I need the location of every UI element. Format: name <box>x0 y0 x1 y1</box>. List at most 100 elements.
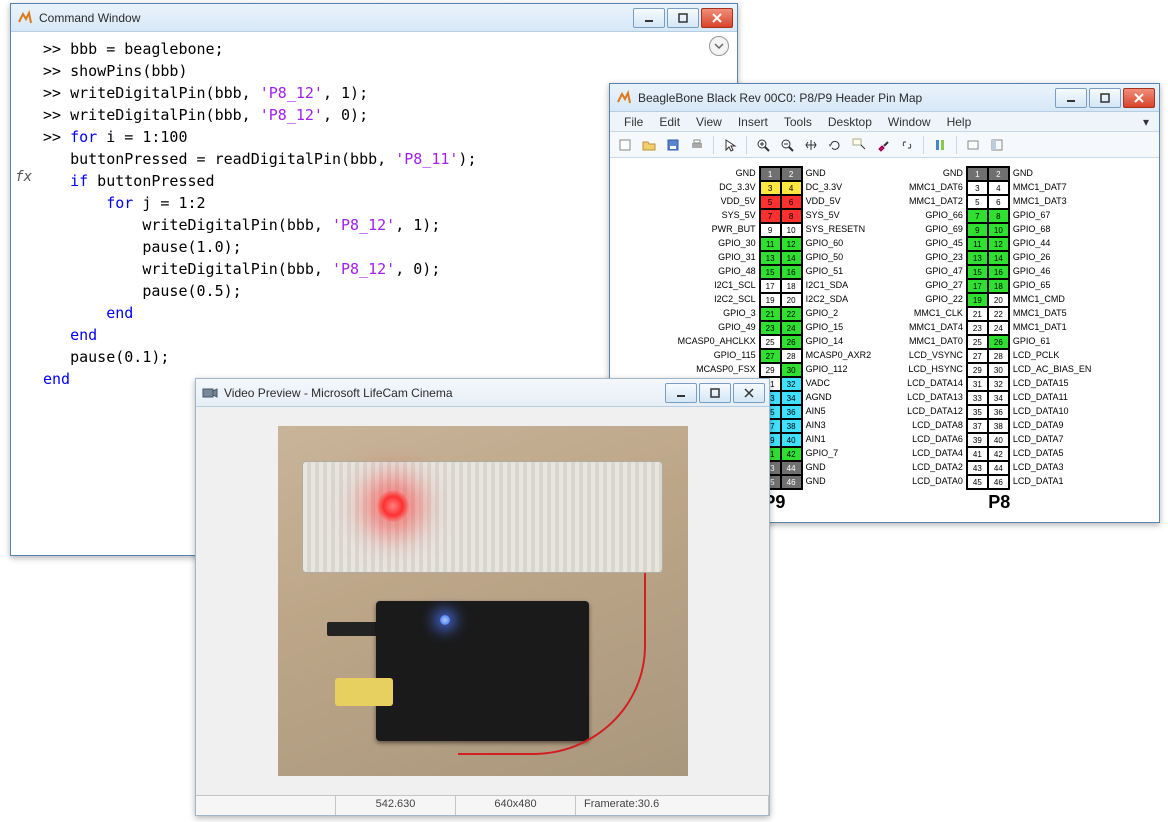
pin-cell: 11 <box>760 237 781 251</box>
pin-cell: 41 <box>967 447 988 461</box>
scroll-dropdown-button[interactable] <box>709 36 729 56</box>
pin-label: LCD_AC_BIAS_EN <box>1010 362 1095 376</box>
pin-cell: 31 <box>967 377 988 391</box>
command-window-titlebar[interactable]: Command Window <box>11 4 737 32</box>
close-button[interactable] <box>1123 88 1155 108</box>
pinmap-titlebar[interactable]: BeagleBone Black Rev 00C0: P8/P9 Header … <box>610 84 1159 112</box>
pin-cell: 25 <box>967 335 988 349</box>
pin-cell: 14 <box>781 251 802 265</box>
pin-cell: 29 <box>760 363 781 377</box>
pin-cell: 13 <box>967 251 988 265</box>
pin-cell: 26 <box>781 335 802 349</box>
pin-label: LCD_DATA3 <box>1010 460 1095 474</box>
maximize-button[interactable] <box>699 383 731 403</box>
pin-label: AIN1 <box>803 432 875 446</box>
rotate-icon[interactable] <box>824 135 846 155</box>
pin-cell: 16 <box>781 265 802 279</box>
pin-label: VDD_5V <box>803 194 875 208</box>
ethernet-cable <box>335 678 393 706</box>
video-titlebar[interactable]: Video Preview - Microsoft LifeCam Cinema <box>196 379 769 407</box>
code-line: >> showPins(bbb) <box>43 60 727 82</box>
pin-cell: 5 <box>760 195 781 209</box>
video-statusbar: 542.630 640x480 Framerate:30.6 <box>196 795 769 815</box>
menu-desktop[interactable]: Desktop <box>820 113 880 131</box>
pin-label: GND <box>1010 166 1095 180</box>
zoom-in-icon[interactable] <box>752 135 774 155</box>
menu-window[interactable]: Window <box>880 113 939 131</box>
pin-cell: 8 <box>988 209 1009 223</box>
minimize-button[interactable] <box>665 383 697 403</box>
pin-cell: 21 <box>967 307 988 321</box>
pin-cell: 40 <box>781 433 802 447</box>
minimize-button[interactable] <box>633 8 665 28</box>
colorbar-icon[interactable] <box>929 135 951 155</box>
datacursor-icon[interactable] <box>848 135 870 155</box>
pin-label: LCD_DATA1 <box>1010 474 1095 488</box>
print-icon[interactable] <box>686 135 708 155</box>
pin-cell: 17 <box>760 279 781 293</box>
pin-label: GPIO_31 <box>675 250 759 264</box>
figure-icon <box>616 90 632 106</box>
menu-file[interactable]: File <box>616 113 651 131</box>
dock-icon[interactable] <box>986 135 1008 155</box>
maximize-button[interactable] <box>1089 88 1121 108</box>
status-blank <box>196 796 336 815</box>
link-icon[interactable] <box>896 135 918 155</box>
menu-overflow-icon[interactable]: ▾ <box>1139 115 1153 129</box>
header-p8: GNDMMC1_DAT6MMC1_DAT2GPIO_66GPIO_69GPIO_… <box>904 166 1094 518</box>
pin-cell: 5 <box>967 195 988 209</box>
pin-label: GPIO_47 <box>904 264 966 278</box>
pin-cell: 44 <box>781 461 802 475</box>
pin-cell: 7 <box>967 209 988 223</box>
brush-icon[interactable] <box>872 135 894 155</box>
red-led <box>376 489 410 523</box>
pin-cell: 23 <box>760 321 781 335</box>
pin-label: LCD_DATA10 <box>1010 404 1095 418</box>
close-button[interactable] <box>733 383 765 403</box>
pin-cell: 20 <box>988 293 1009 307</box>
menu-help[interactable]: Help <box>939 113 980 131</box>
pin-cell: 9 <box>967 223 988 237</box>
pin-label: SYS_RESETN <box>803 222 875 236</box>
pin-label: VADC <box>803 376 875 390</box>
pan-icon[interactable] <box>800 135 822 155</box>
command-window-title: Command Window <box>39 11 633 25</box>
pin-cell: 22 <box>781 307 802 321</box>
pin-label: MMC1_CMD <box>1010 292 1095 306</box>
close-button[interactable] <box>701 8 733 28</box>
pin-cell: 43 <box>967 461 988 475</box>
pin-label: LCD_HSYNC <box>904 362 966 376</box>
pointer-icon[interactable] <box>719 135 741 155</box>
menu-tools[interactable]: Tools <box>776 113 820 131</box>
pin-label: GPIO_66 <box>904 208 966 222</box>
menu-view[interactable]: View <box>688 113 730 131</box>
legend-icon[interactable] <box>962 135 984 155</box>
pin-label: LCD_DATA2 <box>904 460 966 474</box>
pin-label: PWR_BUT <box>675 222 759 236</box>
menu-edit[interactable]: Edit <box>651 113 688 131</box>
pin-cell: 33 <box>967 391 988 405</box>
pin-cell: 15 <box>967 265 988 279</box>
pin-label: SYS_5V <box>803 208 875 222</box>
pin-label: GPIO_7 <box>803 446 875 460</box>
minimize-button[interactable] <box>1055 88 1087 108</box>
pin-label: MMC1_DAT5 <box>1010 306 1095 320</box>
open-icon[interactable] <box>638 135 660 155</box>
camera-icon <box>202 385 218 401</box>
pin-cell: 26 <box>988 335 1009 349</box>
zoom-out-icon[interactable] <box>776 135 798 155</box>
menu-insert[interactable]: Insert <box>730 113 776 131</box>
new-figure-icon[interactable] <box>614 135 636 155</box>
pin-label: GPIO_51 <box>803 264 875 278</box>
pin-cell: 28 <box>988 349 1009 363</box>
pin-label: MMC1_DAT2 <box>904 194 966 208</box>
maximize-button[interactable] <box>667 8 699 28</box>
pin-cell: 19 <box>967 293 988 307</box>
pin-label: GPIO_26 <box>1010 250 1095 264</box>
pin-label: I2C2_SDA <box>803 292 875 306</box>
pin-cell: 24 <box>781 321 802 335</box>
pin-label: LCD_DATA8 <box>904 418 966 432</box>
pin-label: GPIO_112 <box>803 362 875 376</box>
pin-cell: 11 <box>967 237 988 251</box>
save-icon[interactable] <box>662 135 684 155</box>
